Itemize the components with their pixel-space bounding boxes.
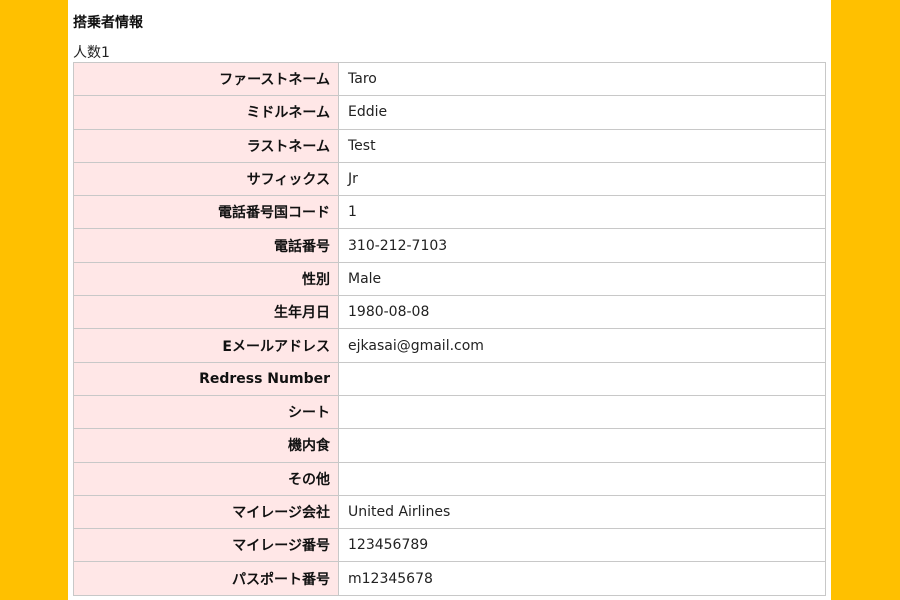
row-label: 電話番号 (73, 228, 339, 263)
row-value (338, 461, 826, 496)
table-row: ファーストネーム Taro (73, 61, 826, 97)
row-label: Redress Number (73, 361, 339, 396)
row-value: Taro (338, 61, 826, 97)
row-label: サフィックス (73, 161, 339, 197)
row-value: ejkasai@gmail.com (338, 328, 826, 363)
table-row: サフィックス Jr (73, 161, 826, 197)
table-row: マイレージ会社 United Airlines (73, 494, 826, 530)
row-label: 電話番号国コード (73, 195, 339, 230)
passenger-count: 人数1 (73, 45, 110, 61)
table-row: Redress Number (73, 361, 826, 396)
table-row: 性別 Male (73, 261, 826, 297)
table-row: シート (73, 394, 826, 430)
row-label: マイレージ会社 (73, 494, 339, 530)
passenger-info-table: ファーストネーム Taro ミドルネーム Eddie ラストネーム Test サ… (73, 61, 826, 596)
table-row: 電話番号国コード 1 (73, 195, 826, 230)
row-value: 123456789 (338, 528, 826, 563)
row-value: Test (338, 128, 826, 163)
table-row: 機内食 (73, 428, 826, 463)
row-value: Eddie (338, 95, 826, 130)
table-row: ミドルネーム Eddie (73, 95, 826, 130)
section-title: 搭乗者情報 (73, 15, 143, 31)
row-value (338, 428, 826, 463)
row-label: Eメールアドレス (73, 328, 339, 363)
row-label: ラストネーム (73, 128, 339, 163)
row-value: Jr (338, 161, 826, 197)
row-value (338, 394, 826, 430)
page-content: 搭乗者情報 人数1 ファーストネーム Taro ミドルネーム Eddie ラスト… (68, 0, 831, 600)
table-row: Eメールアドレス ejkasai@gmail.com (73, 328, 826, 363)
row-label: パスポート番号 (73, 561, 339, 596)
row-label: マイレージ番号 (73, 528, 339, 563)
row-value: 310-212-7103 (338, 228, 826, 263)
row-value: m12345678 (338, 561, 826, 596)
row-label: その他 (73, 461, 339, 496)
row-value (338, 361, 826, 396)
table-row: 電話番号 310-212-7103 (73, 228, 826, 263)
row-value: Male (338, 261, 826, 297)
row-value: United Airlines (338, 494, 826, 530)
row-label: ファーストネーム (73, 61, 339, 97)
row-label: ミドルネーム (73, 95, 339, 130)
row-label: 性別 (73, 261, 339, 297)
row-value: 1 (338, 195, 826, 230)
row-label: シート (73, 394, 339, 430)
row-value: 1980-08-08 (338, 295, 826, 330)
table-row: その他 (73, 461, 826, 496)
row-label: 生年月日 (73, 295, 339, 330)
table-row: ラストネーム Test (73, 128, 826, 163)
table-row: マイレージ番号 123456789 (73, 528, 826, 563)
row-label: 機内食 (73, 428, 339, 463)
table-row: 生年月日 1980-08-08 (73, 295, 826, 330)
table-row: パスポート番号 m12345678 (73, 561, 826, 596)
